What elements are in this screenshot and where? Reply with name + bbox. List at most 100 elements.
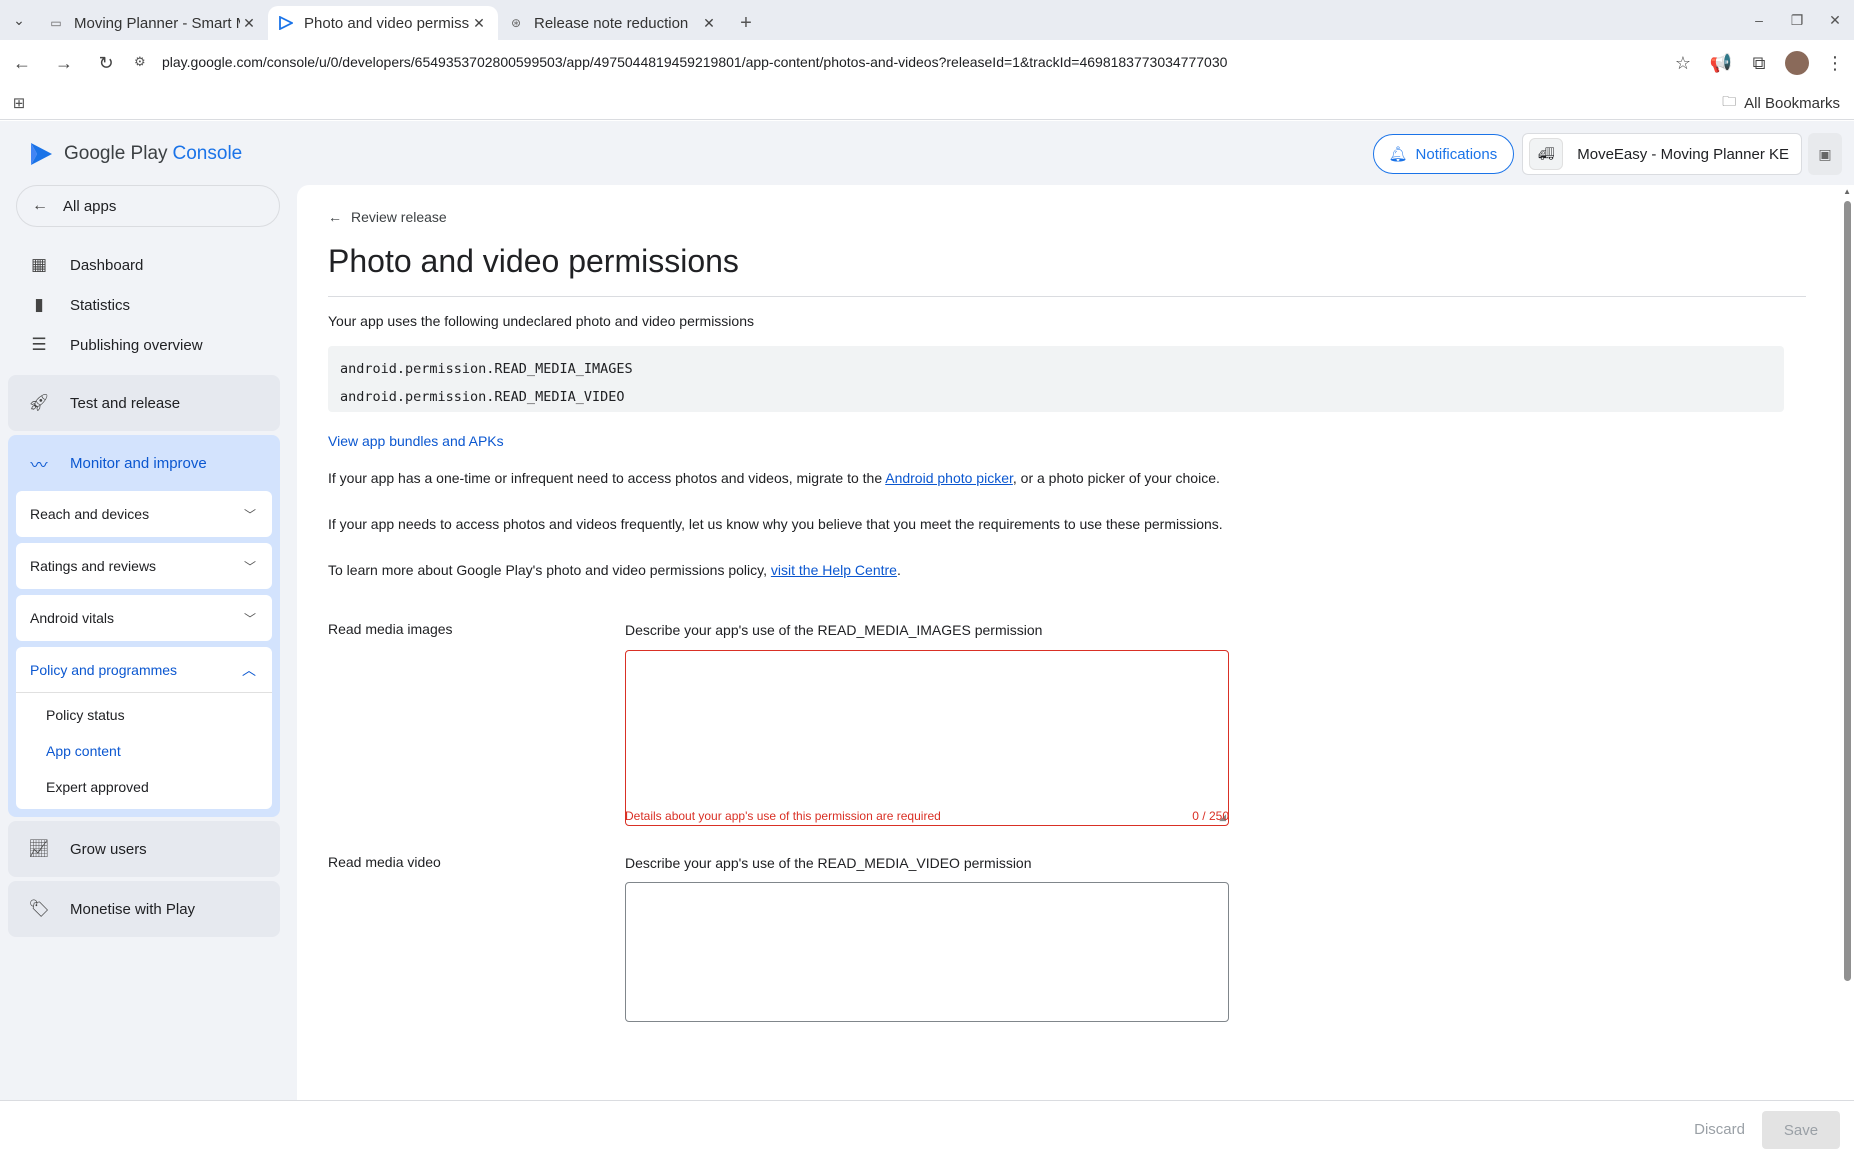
read-media-video-label: Read media video — [328, 854, 441, 870]
close-window-icon[interactable]: ✕ — [1816, 0, 1854, 40]
chevron-up-icon: ︿ — [242, 661, 256, 678]
all-bookmarks-button[interactable]: 🗀 All Bookmarks — [1722, 86, 1840, 120]
minimize-icon[interactable]: – — [1740, 0, 1778, 40]
permission-item: android.permission.READ_MEDIA_VIDEO — [340, 389, 625, 405]
save-button[interactable]: Save — [1762, 1111, 1840, 1149]
browser-tab-1[interactable]: ▭ Moving Planner - Smart M ✕ — [38, 6, 268, 40]
back-icon[interactable]: ← — [2, 43, 42, 83]
notifications-button[interactable]: 🔔︎ Notifications — [1373, 134, 1515, 174]
url-text: play.google.com/console/u/0/developers/6… — [162, 54, 1228, 70]
back-label: Review release — [351, 209, 447, 225]
all-bookmarks-label: All Bookmarks — [1744, 94, 1840, 112]
apps-grid-icon[interactable]: ⊞ — [0, 94, 38, 112]
developer-account-icon[interactable]: ▣ — [1808, 133, 1842, 175]
intro-text: Your app uses the following undeclared p… — [328, 313, 754, 329]
android-photo-picker-link[interactable]: Android photo picker — [885, 470, 1013, 486]
address-bar[interactable]: ⚙ play.google.com/console/u/0/developers… — [118, 44, 1678, 80]
sidebar-item-label: Monitor and improve — [70, 454, 207, 472]
new-tab-icon[interactable]: + — [728, 6, 764, 40]
folder-icon: 🗀 — [1722, 93, 1737, 109]
dashboard-icon: ▦ — [30, 255, 48, 274]
google-play-console-logo[interactable]: Google Play Console — [28, 141, 242, 167]
chevron-down-icon: ﹀ — [243, 559, 256, 574]
tab-title: Release note reduction — [534, 14, 689, 32]
para-text: , or a photo picker of your choice. — [1012, 470, 1220, 486]
play-console-favicon-icon — [278, 15, 294, 31]
help-centre-paragraph: To learn more about Google Play's photo … — [328, 560, 1238, 580]
sidebar-item-label: Dashboard — [70, 256, 144, 274]
sidebar-item-expert-approved[interactable]: Expert approved — [16, 769, 272, 805]
sidebar-sub-label: Policy and programmes — [30, 661, 178, 678]
browser-tab-2[interactable]: Photo and video permiss ✕ — [268, 6, 498, 40]
sidebar-item-monitor-and-improve[interactable]: 〰 Monitor and improve — [16, 435, 272, 491]
read-media-images-label: Read media images — [328, 621, 453, 637]
play-logo-icon — [31, 143, 52, 165]
help-centre-link[interactable]: visit the Help Centre — [771, 562, 897, 578]
sidebar-item-policy-status[interactable]: Policy status — [16, 697, 272, 733]
read-media-images-textarea[interactable]: ◢ — [625, 650, 1229, 826]
brand-console: Console — [172, 143, 243, 164]
sidebar-item-label: Test and release — [70, 394, 181, 412]
window-controls: – ❐ ✕ — [1740, 0, 1854, 40]
bookmarks-bar: ⊞ 🗀 All Bookmarks — [0, 86, 1854, 120]
browser-menu-icon[interactable]: ⋮ — [1816, 53, 1854, 74]
divider — [328, 296, 1806, 297]
tab-close-icon[interactable]: ✕ — [470, 15, 488, 32]
extension-megaphone-icon[interactable]: 📢 — [1702, 53, 1740, 74]
tab-close-icon[interactable]: ✕ — [240, 15, 258, 32]
moving-app-favicon-icon: ▭ — [50, 16, 62, 30]
sidebar-item-android-vitals[interactable]: Android vitals ﹀ — [16, 595, 272, 641]
sidebar-item-label: Publishing overview — [70, 336, 203, 354]
bookmark-star-icon[interactable]: ☆ — [1664, 53, 1702, 74]
sidebar-sub-label: Ratings and reviews — [30, 558, 157, 574]
all-apps-label: All apps — [63, 197, 117, 215]
play-console-app: Google Play Console 🔔︎ Notifications 🚚︎ … — [0, 121, 1854, 1100]
tab-close-icon[interactable]: ✕ — [700, 15, 718, 32]
browser-tab-3[interactable]: ⊛ Release note reduction ✕ — [498, 6, 728, 40]
main-scrollbar[interactable]: ▲ — [1840, 185, 1854, 1100]
read-media-video-textarea[interactable] — [625, 882, 1229, 1022]
read-media-images-counter: 0 / 250 — [1192, 809, 1229, 823]
para-text: . — [896, 562, 901, 578]
sidebar-item-ratings-and-reviews[interactable]: Ratings and reviews ﹀ — [16, 543, 272, 589]
all-apps-button[interactable]: ← All apps — [16, 185, 280, 227]
profile-avatar[interactable] — [1785, 51, 1809, 75]
discard-button[interactable]: Discard — [1694, 1121, 1745, 1138]
sidebar-item-grow-users[interactable]: 📈︎ Grow users — [8, 821, 280, 877]
read-media-images-error: Details about your app's use of this per… — [625, 809, 941, 823]
sidebar-item-label: Grow users — [70, 840, 147, 858]
sidebar-item-statistics[interactable]: ▮ Statistics — [8, 285, 280, 325]
publishing-overview-icon: ☰ — [31, 335, 47, 354]
sidebar-item-monetise-with-play[interactable]: 🏷︎ Monetise with Play — [8, 881, 280, 937]
read-media-images-description: Describe your app's use of the READ_MEDI… — [625, 622, 1043, 638]
sidebar-item-reach-and-devices[interactable]: Reach and devices ﹀ — [16, 491, 272, 537]
sidebar-sub-label: Reach and devices — [30, 506, 150, 522]
extensions-puzzle-icon[interactable]: ⧉ — [1740, 53, 1778, 74]
para-text: To learn more about Google Play's photo … — [328, 562, 771, 578]
chevron-down-icon: ﹀ — [243, 507, 256, 522]
tab-search-chevron-icon[interactable]: ⌄ — [0, 0, 38, 40]
page-title: Photo and video permissions — [328, 243, 739, 279]
para-text: If your app has a one-time or infrequent… — [328, 470, 886, 486]
sidebar-item-policy-and-programmes[interactable]: Policy and programmes ︿ — [16, 647, 272, 693]
photo-picker-paragraph: If your app has a one-time or infrequent… — [328, 468, 1238, 488]
scroll-up-icon[interactable]: ▲ — [1843, 187, 1851, 196]
footer-bar: Discard Save — [0, 1100, 1854, 1168]
permissions-code-block: android.permission.READ_MEDIA_IMAGES and… — [328, 346, 1784, 412]
browser-toolbar: ← → ↻ ⚙ play.google.com/console/u/0/deve… — [0, 40, 1854, 86]
frequent-access-paragraph: If your app needs to access photos and v… — [328, 516, 1223, 532]
sidebar-item-publishing-overview[interactable]: ☰ Publishing overview — [8, 325, 280, 365]
review-release-link[interactable]: ← Review release — [328, 209, 447, 225]
tab-title: Photo and video permiss — [304, 14, 470, 32]
site-info-icon[interactable]: ⚙ — [134, 54, 152, 70]
sidebar-item-app-content[interactable]: App content — [16, 733, 272, 769]
forward-icon[interactable]: → — [44, 43, 84, 83]
restore-icon[interactable]: ❐ — [1778, 0, 1816, 40]
rocket-icon: 🚀︎ — [28, 393, 50, 412]
sidebar-item-dashboard[interactable]: ▦ Dashboard — [8, 245, 280, 285]
view-app-bundles-link[interactable]: View app bundles and APKs — [328, 433, 504, 449]
scrollbar-thumb[interactable] — [1844, 201, 1851, 981]
sidebar-item-test-and-release[interactable]: 🚀︎ Test and release — [8, 375, 280, 431]
app-selector[interactable]: 🚚︎ MoveEasy - Moving Planner KE — [1522, 133, 1802, 175]
app-name: MoveEasy - Moving Planner KE — [1577, 145, 1789, 163]
